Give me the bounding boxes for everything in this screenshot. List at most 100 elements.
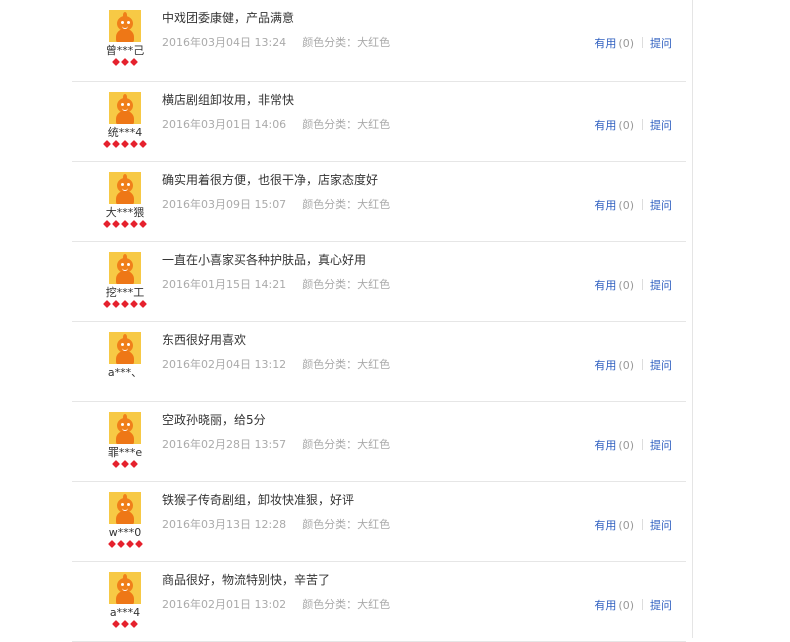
- buyer-level: [100, 460, 150, 469]
- useful-button[interactable]: 有用: [594, 359, 616, 372]
- avatar[interactable]: [109, 492, 141, 524]
- review-meta: 2016年02月01日 13:02 颜色分类：大红色: [162, 598, 390, 612]
- sku-color: 颜色分类：大红色: [302, 358, 391, 371]
- divider: [642, 439, 643, 450]
- review-item: 罪***e 空政孙晓丽，给5分 2016年02月28日 13:57 颜色分类：大红…: [72, 402, 686, 482]
- review-item: a***、 东西很好用喜欢 2016年02月04日 13:12 颜色分类：大红色 …: [72, 322, 686, 402]
- reviewer-name[interactable]: a***4: [100, 606, 150, 619]
- buyer-level: [100, 540, 150, 549]
- review-actions: 有用 (0) 提问: [594, 199, 672, 212]
- review-text: 商品很好，物流特别快，辛苦了: [162, 573, 331, 587]
- reviewer-name[interactable]: 大***猥: [100, 206, 150, 219]
- divider: [642, 199, 643, 210]
- buyer-level: [100, 620, 150, 629]
- heart-icon: [112, 620, 120, 628]
- sku-color: 颜色分类：大红色: [302, 438, 391, 451]
- review-date: 2016年03月09日 15:07: [162, 198, 287, 211]
- divider: [642, 37, 643, 48]
- heart-icon: [112, 300, 120, 308]
- review-meta: 2016年03月09日 15:07 颜色分类：大红色: [162, 198, 390, 212]
- reviewer-name[interactable]: 统***4: [100, 126, 150, 139]
- heart-icon: [130, 460, 138, 468]
- ask-button[interactable]: 提问: [650, 599, 672, 612]
- review-meta: 2016年03月01日 14:06 颜色分类：大红色: [162, 118, 390, 132]
- reviewer-name[interactable]: 挖***工: [100, 286, 150, 299]
- reviewer-name[interactable]: a***、: [100, 366, 150, 379]
- review-actions: 有用 (0) 提问: [594, 439, 672, 452]
- useful-count: (0): [618, 199, 634, 212]
- ask-button[interactable]: 提问: [650, 119, 672, 132]
- review-meta: 2016年02月28日 13:57 颜色分类：大红色: [162, 438, 390, 452]
- heart-icon: [121, 140, 129, 148]
- sku-color: 颜色分类：大红色: [302, 198, 391, 211]
- review-item: 曾***己 中戏团委康健，产品满意 2016年03月04日 13:24 颜色分类：…: [72, 0, 686, 82]
- avatar[interactable]: [109, 10, 141, 42]
- sku-color: 颜色分类：大红色: [302, 118, 391, 131]
- reviewer: 统***4: [100, 92, 150, 149]
- ask-button[interactable]: 提问: [650, 519, 672, 532]
- heart-icon: [103, 300, 111, 308]
- buyer-level: [100, 58, 150, 67]
- content-right-border: [692, 0, 693, 638]
- review-text: 铁猴子传奇剧组，卸妆快准狠，好评: [162, 493, 355, 507]
- heart-icon: [121, 620, 129, 628]
- review-date: 2016年03月01日 14:06: [162, 118, 287, 131]
- useful-button[interactable]: 有用: [594, 599, 616, 612]
- avatar[interactable]: [109, 332, 141, 364]
- useful-count: (0): [618, 599, 634, 612]
- reviewer: 大***猥: [100, 172, 150, 229]
- useful-count: (0): [618, 519, 634, 532]
- review-text: 空政孙晓丽，给5分: [162, 413, 266, 427]
- reviewer: w***0: [100, 492, 150, 549]
- review-actions: 有用 (0) 提问: [594, 599, 672, 612]
- review-text: 中戏团委康健，产品满意: [162, 11, 295, 25]
- sku-color: 颜色分类：大红色: [302, 36, 391, 49]
- review-meta: 2016年02月04日 13:12 颜色分类：大红色: [162, 358, 390, 372]
- heart-icon: [108, 540, 116, 548]
- review-date: 2016年03月04日 13:24: [162, 36, 287, 49]
- heart-icon: [130, 220, 138, 228]
- useful-count: (0): [618, 359, 634, 372]
- avatar[interactable]: [109, 92, 141, 124]
- useful-count: (0): [618, 37, 634, 50]
- divider: [642, 359, 643, 370]
- heart-icon: [121, 220, 129, 228]
- useful-button[interactable]: 有用: [594, 119, 616, 132]
- avatar[interactable]: [109, 572, 141, 604]
- avatar[interactable]: [109, 412, 141, 444]
- useful-button[interactable]: 有用: [594, 199, 616, 212]
- sku-color: 颜色分类：大红色: [302, 518, 391, 531]
- useful-button[interactable]: 有用: [594, 279, 616, 292]
- buyer-level: [100, 220, 150, 229]
- heart-icon: [117, 540, 125, 548]
- ask-button[interactable]: 提问: [650, 37, 672, 50]
- review-actions: 有用 (0) 提问: [594, 37, 672, 50]
- review-item: 统***4 横店剧组卸妆用，非常快 2016年03月01日 14:06 颜色分类：…: [72, 82, 686, 162]
- reviewer: a***4: [100, 572, 150, 629]
- reviewer-name[interactable]: 曾***己: [100, 44, 150, 57]
- ask-button[interactable]: 提问: [650, 199, 672, 212]
- review-date: 2016年02月28日 13:57: [162, 438, 287, 451]
- useful-button[interactable]: 有用: [594, 439, 616, 452]
- reviewer-name[interactable]: w***0: [100, 526, 150, 539]
- heart-icon: [121, 300, 129, 308]
- review-meta: 2016年01月15日 14:21 颜色分类：大红色: [162, 278, 390, 292]
- sku-color: 颜色分类：大红色: [302, 278, 391, 291]
- buyer-level: [100, 300, 150, 309]
- review-item: a***4 商品很好，物流特别快，辛苦了 2016年02月01日 13:02 颜色…: [72, 562, 686, 642]
- avatar[interactable]: [109, 172, 141, 204]
- ask-button[interactable]: 提问: [650, 359, 672, 372]
- heart-icon: [139, 300, 147, 308]
- useful-button[interactable]: 有用: [594, 37, 616, 50]
- useful-count: (0): [618, 279, 634, 292]
- ask-button[interactable]: 提问: [650, 279, 672, 292]
- reviewer-name[interactable]: 罪***e: [100, 446, 150, 459]
- reviewer: a***、: [100, 332, 150, 380]
- review-date: 2016年01月15日 14:21: [162, 278, 287, 291]
- avatar[interactable]: [109, 252, 141, 284]
- heart-icon: [126, 540, 134, 548]
- review-actions: 有用 (0) 提问: [594, 119, 672, 132]
- review-list: 曾***己 中戏团委康健，产品满意 2016年03月04日 13:24 颜色分类：…: [72, 0, 686, 642]
- useful-button[interactable]: 有用: [594, 519, 616, 532]
- ask-button[interactable]: 提问: [650, 439, 672, 452]
